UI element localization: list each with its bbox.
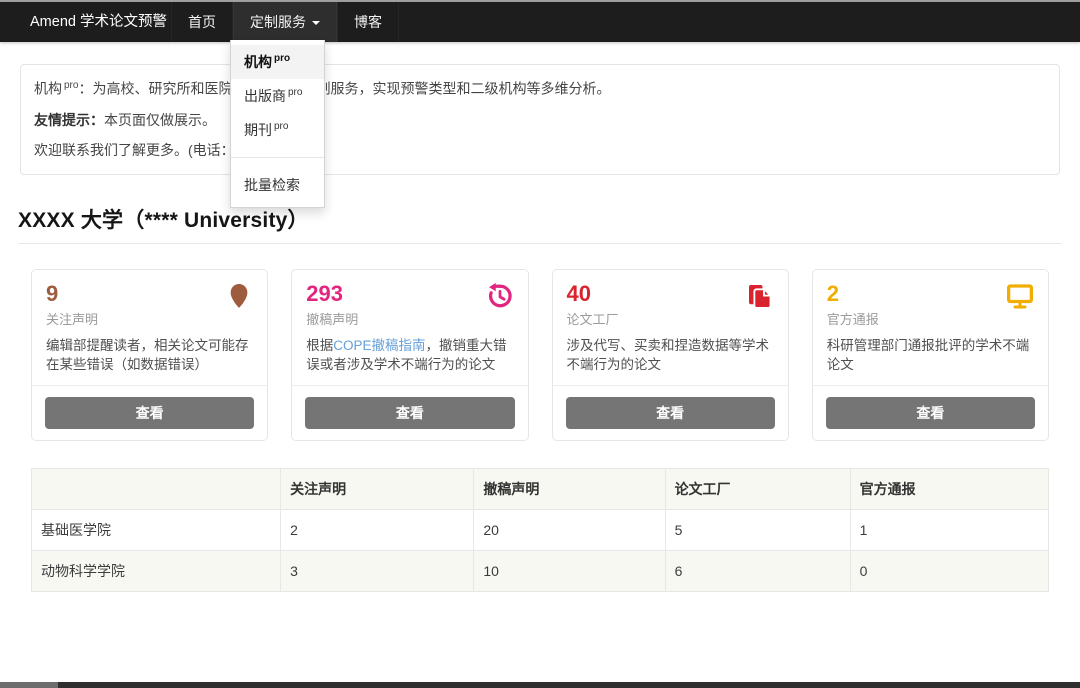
cell-value: 10 — [474, 550, 665, 591]
card-body: 9 关注声明 编辑部提醒读者，相关论文可能存在某些错误（如数据错误） — [32, 270, 267, 384]
dropdown-item-institution-pro[interactable]: 机构pro — [231, 45, 324, 79]
table-row: 动物科学学院 3 10 6 0 — [32, 550, 1049, 591]
history-icon — [485, 281, 515, 311]
summary-table: 关注声明 撤稿声明 论文工厂 官方通报 基础医学院 2 20 5 1 动物科学学… — [31, 468, 1049, 592]
copy-icon — [745, 281, 775, 311]
papermill-label: 论文工厂 — [567, 309, 774, 328]
pro-badge: pro — [274, 53, 290, 64]
card-body: 40 论文工厂 涉及代写、买卖和捏造数据等学术不端行为的论文 — [553, 270, 788, 384]
pro-badge: pro — [64, 80, 78, 91]
dropdown-item-publisher-pro[interactable]: 出版商pro — [231, 79, 324, 113]
card-body: 2 官方通报 科研管理部门通报批评的学术不端论文 — [813, 270, 1048, 384]
cell-value: 3 — [281, 550, 474, 591]
card-footer: 查看 — [292, 385, 527, 440]
desc-text: 根据 — [306, 338, 333, 353]
section-divider — [18, 243, 1062, 244]
dropdown-item-label: 出版商 — [244, 88, 286, 104]
desc-text: 科研管理部门通报批评的学术不端论文 — [827, 338, 1030, 373]
cell-value: 2 — [281, 509, 474, 550]
notice-line-service: 机构pro：为高校、研究所和医院等机构提供定制服务，实现预警类型和二级机构等多维… — [34, 79, 1046, 99]
dropdown-item-journal-pro[interactable]: 期刊pro — [231, 113, 324, 147]
header-concern: 关注声明 — [281, 468, 474, 509]
cell-value: 5 — [665, 509, 850, 550]
nav-item-custom-services-label: 定制服务 — [250, 14, 306, 30]
card-body: 293 撤稿声明 根据COPE撤稿指南，撤销重大错误或者涉及学术不端行为的论文 — [292, 270, 527, 384]
official-desc: 科研管理部门通报批评的学术不端论文 — [827, 336, 1034, 375]
tip-label: 友情提示： — [34, 112, 104, 128]
header-retraction: 撤稿声明 — [474, 468, 665, 509]
service-term: 机构 — [34, 81, 62, 97]
concern-desc: 编辑部提醒读者，相关论文可能存在某些错误（如数据错误） — [46, 336, 253, 375]
retraction-desc: 根据COPE撤稿指南，撤销重大错误或者涉及学术不端行为的论文 — [306, 336, 513, 375]
chevron-down-icon — [312, 21, 320, 25]
notice-line-contact: 欢迎联系我们了解更多。(电话：010-8800) — [34, 141, 1046, 160]
official-count: 2 — [827, 282, 1034, 306]
dropdown-divider — [231, 157, 324, 158]
cell-value: 6 — [665, 550, 850, 591]
notice-box: 机构pro：为高校、研究所和医院等机构提供定制服务，实现预警类型和二级机构等多维… — [20, 64, 1060, 175]
table-row: 基础医学院 2 20 5 1 — [32, 509, 1049, 550]
header-empty — [32, 468, 281, 509]
pro-badge: pro — [288, 87, 302, 98]
retraction-count: 293 — [306, 282, 513, 306]
card-footer: 查看 — [32, 385, 267, 440]
view-papermill-button[interactable]: 查看 — [566, 397, 775, 429]
footer-bar — [0, 682, 1080, 688]
official-card: 2 官方通报 科研管理部门通报批评的学术不端论文 查看 — [812, 269, 1049, 440]
card-footer: 查看 — [553, 385, 788, 440]
view-official-button[interactable]: 查看 — [826, 397, 1035, 429]
stat-cards: 9 关注声明 编辑部提醒读者，相关论文可能存在某些错误（如数据错误） 查看 29… — [31, 269, 1049, 440]
header-papermill: 论文工厂 — [665, 468, 850, 509]
concern-count: 9 — [46, 282, 253, 306]
desc-text: 编辑部提醒读者，相关论文可能存在某些错误（如数据错误） — [46, 338, 249, 373]
papermill-card: 40 论文工厂 涉及代写、买卖和捏造数据等学术不端行为的论文 查看 — [552, 269, 789, 440]
official-label: 官方通报 — [827, 309, 1034, 328]
retraction-card: 293 撤稿声明 根据COPE撤稿指南，撤销重大错误或者涉及学术不端行为的论文 … — [291, 269, 528, 440]
dropdown-item-label: 批量检索 — [244, 177, 300, 193]
map-marker-icon — [224, 281, 254, 311]
nav-item-blog[interactable]: 博客 — [337, 2, 399, 42]
page-title: XXXX 大学（**** University） — [18, 204, 1062, 234]
card-footer: 查看 — [813, 385, 1048, 440]
papermill-count: 40 — [567, 282, 774, 306]
dropdown-item-label: 期刊 — [244, 122, 272, 138]
cell-value: 0 — [850, 550, 1048, 591]
service-description: ：为高校、研究所和医院等机构提供定制服务，实现预警类型和二级机构等多维分析。 — [78, 81, 610, 97]
custom-services-dropdown: 机构pro 出版商pro 期刊pro 批量检索 — [230, 40, 325, 208]
notice-line-tip: 友情提示：本页面仅做展示。 — [34, 111, 1046, 130]
header-official: 官方通报 — [850, 468, 1048, 509]
table-header-row: 关注声明 撤稿声明 论文工厂 官方通报 — [32, 468, 1049, 509]
desc-text: 涉及代写、买卖和捏造数据等学术不端行为的论文 — [567, 338, 770, 373]
view-concern-button[interactable]: 查看 — [45, 397, 254, 429]
view-retraction-button[interactable]: 查看 — [305, 397, 514, 429]
dropdown-item-batch-search[interactable]: 批量检索 — [231, 168, 324, 202]
brand-logo[interactable]: Amend 学术论文预警 — [30, 2, 167, 42]
concern-card: 9 关注声明 编辑部提醒读者，相关论文可能存在某些错误（如数据错误） 查看 — [31, 269, 268, 440]
row-name: 基础医学院 — [32, 509, 281, 550]
nav-item-home[interactable]: 首页 — [171, 2, 233, 42]
nav-item-custom-services[interactable]: 定制服务 — [233, 2, 337, 42]
concern-label: 关注声明 — [46, 309, 253, 328]
tip-text: 本页面仅做展示。 — [104, 112, 216, 128]
cope-guideline-link[interactable]: COPE撤稿指南 — [333, 338, 425, 353]
pro-badge: pro — [274, 121, 288, 132]
papermill-desc: 涉及代写、买卖和捏造数据等学术不端行为的论文 — [567, 336, 774, 375]
row-name: 动物科学学院 — [32, 550, 281, 591]
retraction-label: 撤稿声明 — [306, 309, 513, 328]
dropdown-item-label: 机构 — [244, 54, 272, 70]
desktop-monitor-icon — [1005, 281, 1035, 311]
cell-value: 20 — [474, 509, 665, 550]
navbar: Amend 学术论文预警 首页 定制服务 博客 — [0, 2, 1080, 42]
footer-bar-left-segment — [0, 682, 58, 688]
cell-value: 1 — [850, 509, 1048, 550]
